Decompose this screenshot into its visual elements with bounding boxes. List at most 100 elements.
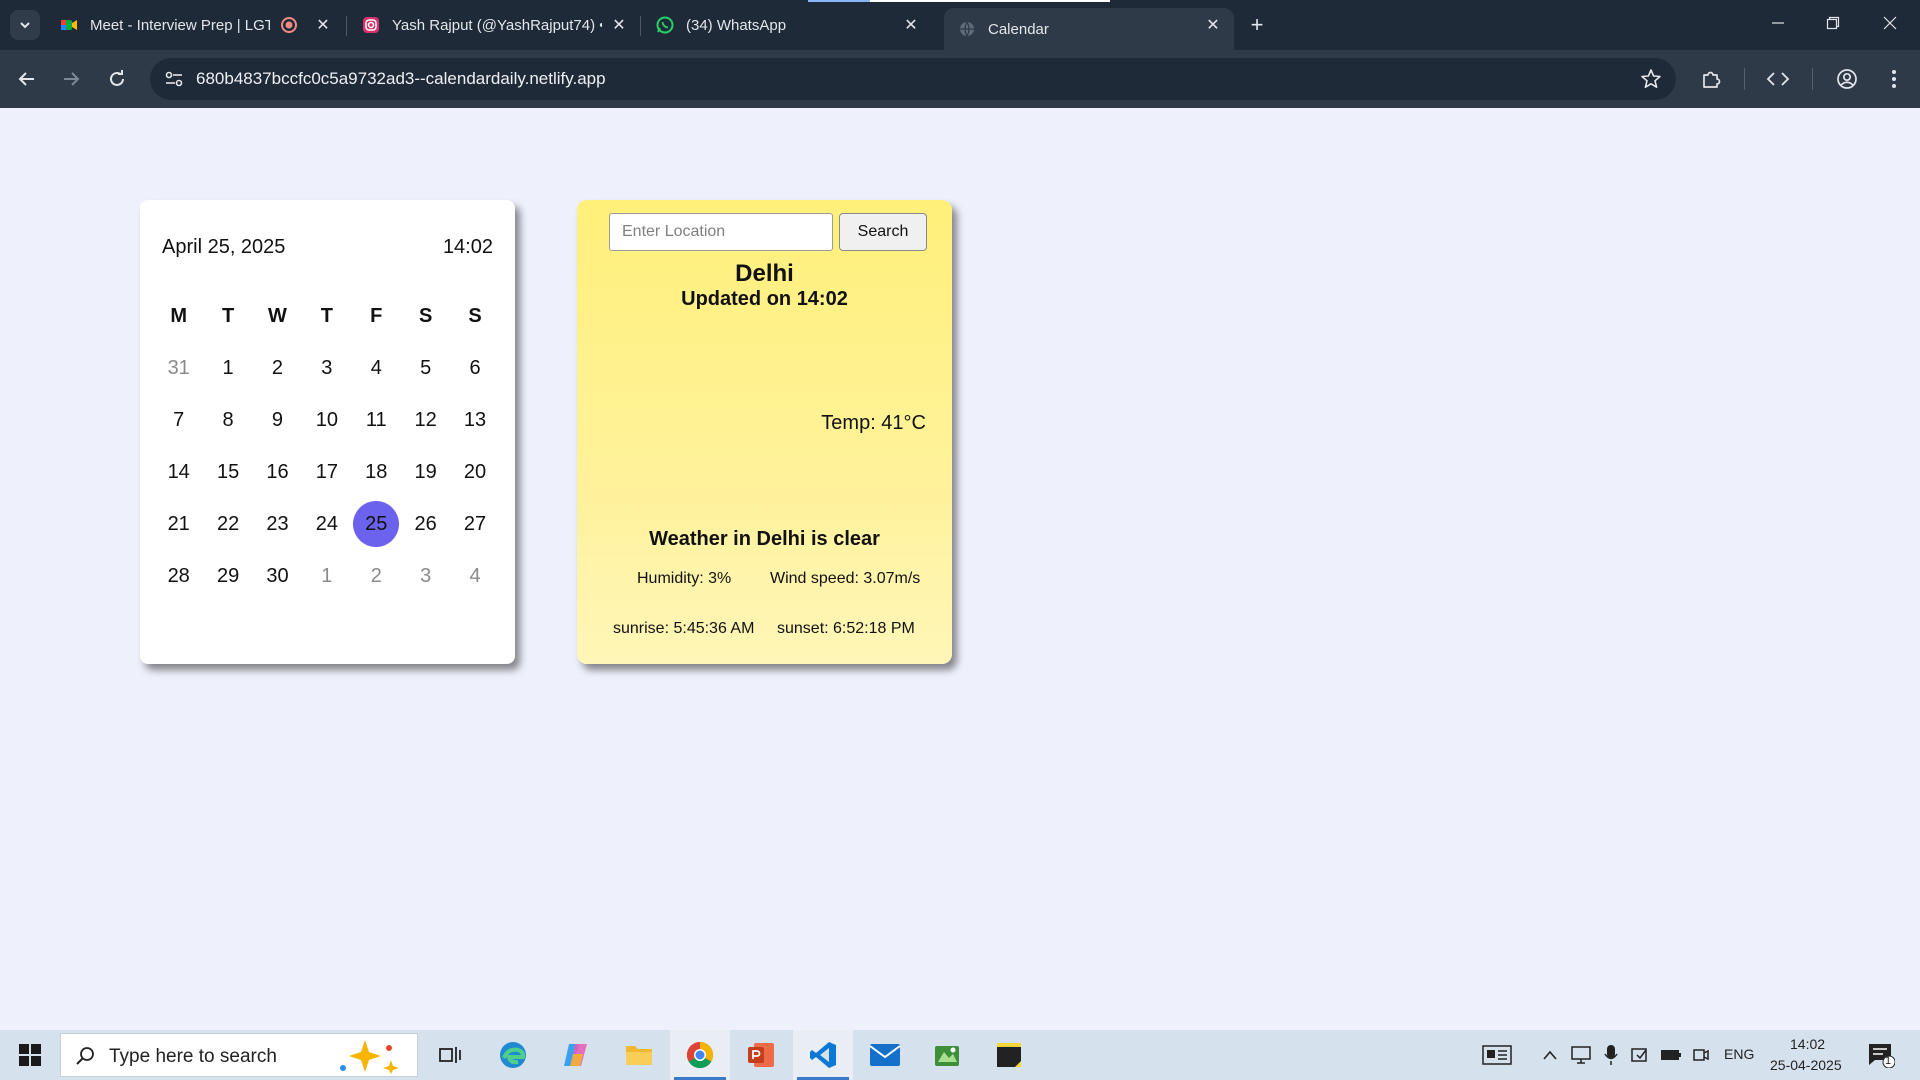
calendar-day-today[interactable]: 25 — [352, 501, 401, 547]
calendar-day[interactable]: 7 — [154, 397, 203, 443]
taskbar-app-green[interactable] — [917, 1030, 977, 1080]
notification-center[interactable]: 1 — [1866, 1042, 1896, 1068]
calendar-day[interactable]: 26 — [401, 501, 450, 547]
location-input[interactable] — [609, 213, 833, 251]
tray-battery[interactable] — [1660, 1044, 1682, 1066]
mail-icon — [869, 1044, 901, 1066]
calendar-date: April 25, 2025 — [162, 236, 286, 258]
extensions-button[interactable] — [1696, 64, 1726, 94]
weekday-label: S — [418, 304, 433, 327]
calendar-day[interactable]: 17 — [302, 449, 351, 495]
language-indicator[interactable]: ENG — [1724, 1046, 1754, 1062]
calendar-day[interactable]: 29 — [203, 553, 252, 599]
calendar-day[interactable]: 5 — [401, 345, 450, 391]
weekday-label: S — [468, 304, 482, 327]
calendar-day[interactable]: 11 — [352, 397, 401, 443]
calendar-day[interactable]: 3 — [401, 553, 450, 599]
reload-button[interactable] — [102, 64, 132, 94]
calendar-day[interactable]: 12 — [401, 397, 450, 443]
recording-icon — [281, 17, 297, 33]
window-close-button[interactable] — [1870, 8, 1910, 38]
calendar-day[interactable]: 3 — [302, 345, 351, 391]
address-bar[interactable]: 680b4837bccfc0c5a9732ad3--calendardaily.… — [150, 58, 1676, 100]
profile-button[interactable] — [1832, 64, 1862, 94]
task-view-button[interactable] — [420, 1030, 480, 1080]
bookmark-star-icon[interactable] — [1640, 68, 1662, 90]
back-button[interactable] — [12, 64, 42, 94]
taskbar-mail[interactable] — [855, 1030, 915, 1080]
calendar-day[interactable]: 21 — [154, 501, 203, 547]
close-icon[interactable]: ✕ — [1204, 16, 1222, 34]
calendar-day[interactable]: 1 — [302, 553, 351, 599]
calendar-week-row: 14 15 16 17 18 19 20 — [154, 446, 500, 498]
calendar-day[interactable]: 6 — [450, 345, 499, 391]
calendar-day[interactable]: 10 — [302, 397, 351, 443]
calendar-day[interactable]: 16 — [253, 449, 302, 495]
url-text: 680b4837bccfc0c5a9732ad3--calendardaily.… — [196, 69, 606, 88]
tab-title: Meet - Interview Prep | LGT — [90, 16, 270, 34]
close-icon[interactable]: ✕ — [902, 16, 920, 34]
calendar-day[interactable]: 13 — [450, 397, 499, 443]
taskbar-search-placeholder: Type here to search — [109, 1046, 277, 1067]
calendar-day[interactable]: 15 — [203, 449, 252, 495]
meet-now-icon — [1631, 1048, 1647, 1062]
taskbar-powerpoint[interactable] — [731, 1030, 791, 1080]
calendar-week-row: 21 22 23 24 25 26 27 — [154, 498, 500, 550]
tab-whatsapp[interactable]: (34) WhatsApp ✕ — [642, 8, 932, 42]
calendar-day[interactable]: 4 — [352, 345, 401, 391]
taskbar-chrome[interactable] — [670, 1030, 730, 1080]
search-button[interactable]: Search — [839, 213, 927, 251]
calendar-day[interactable]: 4 — [450, 553, 499, 599]
tray-meet-now[interactable] — [1630, 1044, 1652, 1066]
calendar-day[interactable]: 22 — [203, 501, 252, 547]
calendar-day[interactable]: 31 — [154, 345, 203, 391]
tray-show-hidden[interactable] — [1539, 1044, 1561, 1066]
copilot-sparkle-icon — [340, 1040, 399, 1074]
site-settings-icon[interactable] — [164, 69, 184, 89]
calendar-day[interactable]: 24 — [302, 501, 351, 547]
minimize-button[interactable] — [1758, 8, 1798, 38]
calendar-day[interactable]: 27 — [450, 501, 499, 547]
weather-sunrise: sunrise: 5:45:36 AM — [613, 620, 755, 637]
tray-microphone[interactable] — [1600, 1044, 1622, 1066]
restore-button[interactable] — [1813, 8, 1853, 38]
taskbar-search[interactable]: Type here to search — [60, 1033, 418, 1077]
calendar-day[interactable]: 1 — [203, 345, 252, 391]
tray-news-widget[interactable] — [1482, 1044, 1512, 1066]
taskbar-edge[interactable] — [483, 1030, 543, 1080]
close-icon[interactable]: ✕ — [610, 16, 628, 34]
new-tab-button[interactable]: + — [1244, 12, 1270, 38]
calendar-day[interactable]: 8 — [203, 397, 252, 443]
forward-button[interactable] — [56, 64, 86, 94]
calendar-day[interactable]: 18 — [352, 449, 401, 495]
speaker-icon — [1693, 1049, 1709, 1061]
taskbar-vscode[interactable] — [793, 1030, 853, 1080]
calendar-day[interactable]: 9 — [253, 397, 302, 443]
tray-network[interactable] — [1570, 1044, 1592, 1066]
tab-loading-bar — [870, 0, 1110, 2]
weekday-header: MTWTFSS — [154, 290, 500, 342]
taskbar-file-explorer[interactable] — [609, 1030, 669, 1080]
calendar-day[interactable]: 30 — [253, 553, 302, 599]
start-button[interactable] — [0, 1030, 60, 1080]
tray-volume[interactable] — [1690, 1044, 1712, 1066]
close-icon[interactable]: ✕ — [314, 16, 332, 34]
taskbar-sticky-notes[interactable] — [979, 1030, 1039, 1080]
calendar-day[interactable]: 28 — [154, 553, 203, 599]
calendar-day[interactable]: 20 — [450, 449, 499, 495]
calendar-day[interactable]: 19 — [401, 449, 450, 495]
calendar-day[interactable]: 23 — [253, 501, 302, 547]
calendar-day[interactable]: 14 — [154, 449, 203, 495]
menu-button[interactable] — [1879, 64, 1909, 94]
clock-time[interactable]: 14:02 — [1790, 1036, 1825, 1052]
tab-calendar[interactable]: Calendar ✕ — [944, 8, 1234, 50]
tab-instagram[interactable]: Yash Rajput (@YashRajput74) • ✕ — [348, 8, 640, 42]
tab-search-button[interactable] — [10, 10, 40, 40]
google-meet-icon — [61, 20, 77, 30]
devtools-button[interactable] — [1763, 64, 1793, 94]
clock-date[interactable]: 25-04-2025 — [1770, 1057, 1842, 1073]
calendar-day[interactable]: 2 — [253, 345, 302, 391]
taskbar-copilot[interactable] — [546, 1030, 606, 1080]
calendar-day[interactable]: 2 — [352, 553, 401, 599]
tab-meet[interactable]: Meet - Interview Prep | LGT ✕ — [46, 8, 346, 42]
